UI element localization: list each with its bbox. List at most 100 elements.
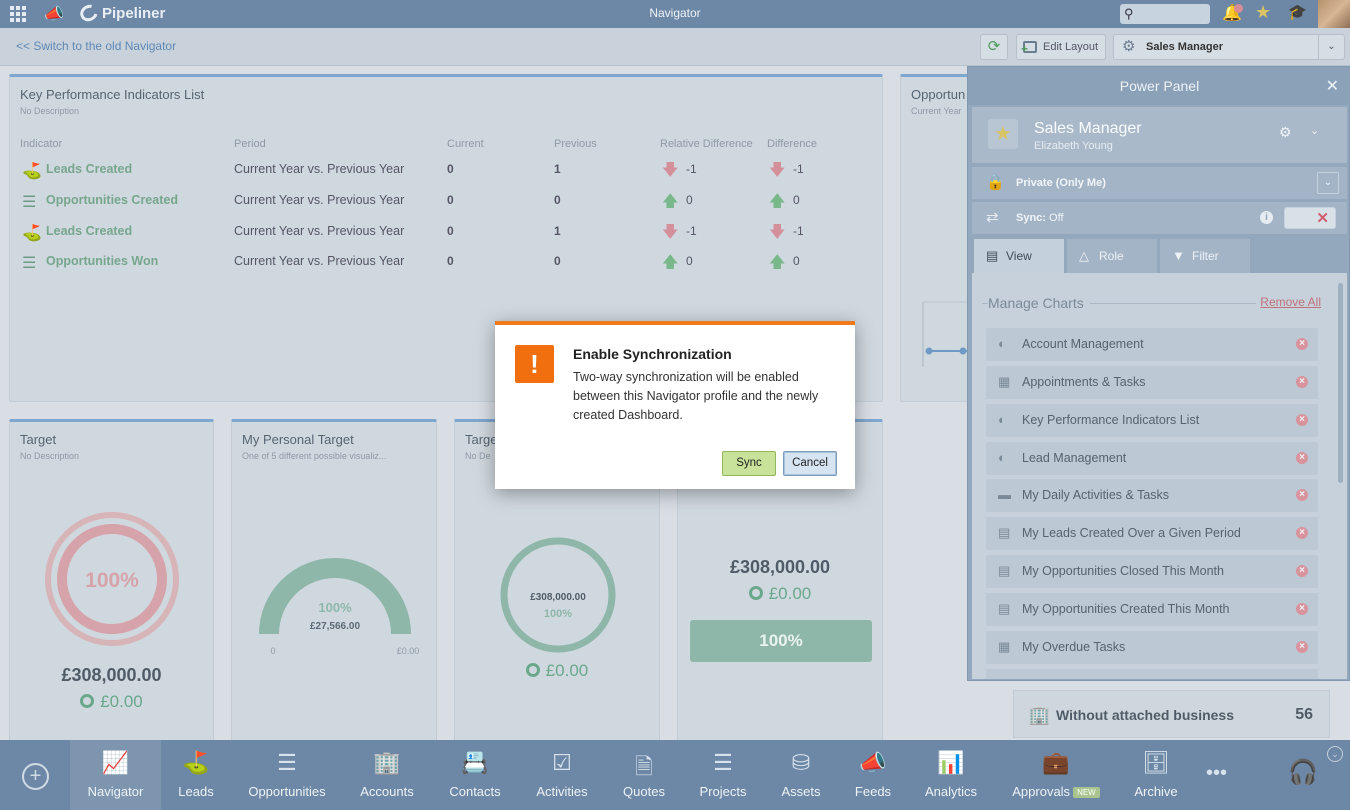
edit-layout-button[interactable]: + Edit Layout (1016, 34, 1106, 60)
remove-icon[interactable]: × (1296, 338, 1308, 350)
kpi-current: 0 (447, 162, 454, 176)
nav-opportunities[interactable]: ☰ Opportunities (240, 740, 334, 810)
cancel-button[interactable]: Cancel (783, 451, 837, 476)
nav-archive[interactable]: 🗄 Archive (1122, 740, 1190, 810)
enable-sync-dialog: ! Enable Synchronization Two-way synchro… (495, 321, 855, 489)
megaphone-icon[interactable]: 📣 (44, 4, 64, 24)
remove-icon[interactable]: × (1296, 489, 1308, 501)
pipeliner-logo-icon (77, 1, 101, 25)
remove-icon[interactable]: × (1296, 414, 1308, 426)
search-input[interactable]: ⚲ (1120, 4, 1210, 24)
remove-icon[interactable]: × (1296, 527, 1308, 539)
kpi-relative-difference: -1 (686, 224, 697, 238)
privacy-select[interactable]: 🔒 Private (Only Me) ⌄ (972, 167, 1347, 199)
power-panel: Power Panel ✕ ★ Sales Manager Elizabeth … (967, 66, 1350, 681)
nav-analytics[interactable]: 📊 Analytics (916, 740, 986, 810)
list-item[interactable]: ◐ Key Performance Indicators List × (986, 404, 1318, 437)
kpi-indicator-link[interactable]: Leads Created (46, 224, 132, 238)
nav-feeds[interactable]: 📣 Feeds (843, 740, 903, 810)
remove-icon[interactable]: × (1296, 452, 1308, 464)
nav-navigator[interactable]: 📈 Navigator (70, 740, 161, 810)
user-avatar[interactable] (1318, 0, 1350, 28)
sync-button[interactable]: Sync (722, 451, 776, 476)
gear-icon[interactable]: ⚙ (1279, 124, 1292, 141)
remove-icon[interactable]: × (1296, 603, 1308, 615)
nav-label: Leads (178, 784, 214, 799)
gear-icon: ⚙ (1122, 38, 1136, 55)
chart-item-label: Appointments & Tasks (1022, 375, 1146, 389)
list-item[interactable]: ▦ Appointments & Tasks × (986, 366, 1318, 399)
nav-approvals[interactable]: 💼 Approvals NEW (1006, 740, 1106, 810)
sync-toggle[interactable]: ✕ (1284, 207, 1336, 229)
card-description: No De (465, 451, 491, 461)
list-item[interactable]: ▦ My Overdue Tasks × (986, 631, 1318, 664)
nav-quotes[interactable]: 🗎 Quotes (612, 740, 676, 810)
chevron-down-icon[interactable]: ⌄ (1317, 172, 1339, 194)
scrollbar[interactable] (1338, 283, 1343, 483)
leads-icon: ⛳ (22, 225, 42, 242)
remove-icon[interactable]: × (1296, 641, 1308, 653)
list-item[interactable] (986, 669, 1318, 679)
nav-label: Opportunities (248, 784, 326, 799)
add-icon[interactable]: + (22, 763, 49, 790)
tab-filter[interactable]: ▼ Filter (1160, 239, 1250, 273)
list-icon: ▤ (998, 525, 1011, 540)
kpi-period: Current Year vs. Previous Year (234, 254, 405, 268)
nav-label: Activities (536, 784, 588, 799)
kpi-indicator-link[interactable]: Opportunities Won (46, 254, 158, 268)
nav-activities[interactable]: ☑ Activities (525, 740, 599, 810)
nav-accounts[interactable]: 🏢 Accounts (347, 740, 427, 810)
chevron-down-icon[interactable]: ⌄ (1310, 124, 1319, 137)
star-icon[interactable]: ★ (988, 119, 1018, 149)
bottom-navigation: + 📈 Navigator ⛳ Leads ☰ Opportunities 🏢 Acco… (0, 740, 1350, 810)
target-donut-chart: £308,000.00 100% (500, 537, 616, 653)
info-icon[interactable]: i (1260, 211, 1273, 224)
without-business-count: 56 (1295, 706, 1313, 723)
sync-icon: ⇄ (986, 209, 999, 226)
task-list-icon: ▦ (998, 374, 1011, 389)
list-item[interactable]: ◐ Lead Management × (986, 442, 1318, 475)
kpi-difference: -1 (793, 224, 804, 238)
tab-view[interactable]: ▤ View (974, 239, 1064, 273)
without-attached-business-row[interactable]: 🏢 Without attached business 56 (1013, 690, 1330, 738)
nav-label: Accounts (360, 784, 414, 799)
chevron-down-icon[interactable]: ⌄ (1327, 746, 1343, 762)
chevron-down-icon[interactable]: ⌄ (1318, 35, 1344, 59)
profile-select[interactable]: ⚙ Sales Manager ⌄ (1113, 34, 1345, 60)
kpi-period: Current Year vs. Previous Year (234, 193, 405, 207)
kpi-indicator-link[interactable]: Leads Created (46, 162, 132, 176)
gauge-min-label: 0 (270, 646, 275, 656)
nav-leads[interactable]: ⛳ Leads (161, 740, 231, 810)
list-item[interactable]: ◐ Account Management × (986, 328, 1318, 361)
chart-item-label: My Overdue Tasks (1022, 640, 1126, 654)
tab-role[interactable]: △ Role (1067, 239, 1157, 273)
remove-icon[interactable]: × (1296, 565, 1308, 577)
remove-all-link[interactable]: Remove All (1260, 295, 1321, 309)
more-icon[interactable]: ••• (1206, 762, 1227, 785)
card-description: No Description (20, 451, 80, 461)
switch-old-navigator-link[interactable]: << Switch to the old Navigator (16, 39, 176, 53)
refresh-button[interactable]: ⟳ (980, 34, 1008, 60)
column-header-period: Period (234, 138, 266, 150)
nav-label: Assets (781, 784, 821, 799)
kpi-period: Current Year vs. Previous Year (234, 162, 405, 176)
nav-contacts[interactable]: 📇 Contacts (437, 740, 513, 810)
nav-assets[interactable]: ⛁ Assets (770, 740, 832, 810)
close-icon[interactable]: ✕ (1326, 76, 1339, 96)
list-icon: ▤ (998, 601, 1011, 616)
list-item[interactable]: ▬ My Daily Activities & Tasks × (986, 479, 1318, 512)
academy-cap-icon[interactable]: 🎓 (1288, 3, 1307, 21)
remove-icon[interactable]: × (1296, 376, 1308, 388)
support-headset-icon[interactable]: 🎧 (1288, 758, 1318, 787)
list-item[interactable]: ▤ My Opportunities Created This Month × (986, 593, 1318, 626)
list-item[interactable]: ▤ My Leads Created Over a Given Period × (986, 517, 1318, 550)
navigator-toolbar: << Switch to the old Navigator ⟳ + Edit … (0, 28, 1350, 66)
favorites-star-icon[interactable]: ★ (1255, 2, 1271, 23)
list-item[interactable]: ▤ My Opportunities Closed This Month × (986, 555, 1318, 588)
kpi-indicator-link[interactable]: Opportunities Created (46, 193, 178, 207)
arrow-up-icon: 🡅 (662, 193, 679, 210)
app-grid-icon[interactable] (10, 6, 26, 22)
chart-item-label: My Opportunities Created This Month (1022, 602, 1230, 616)
arrow-up-icon: 🡅 (662, 254, 679, 271)
nav-projects[interactable]: ☰ Projects (690, 740, 756, 810)
